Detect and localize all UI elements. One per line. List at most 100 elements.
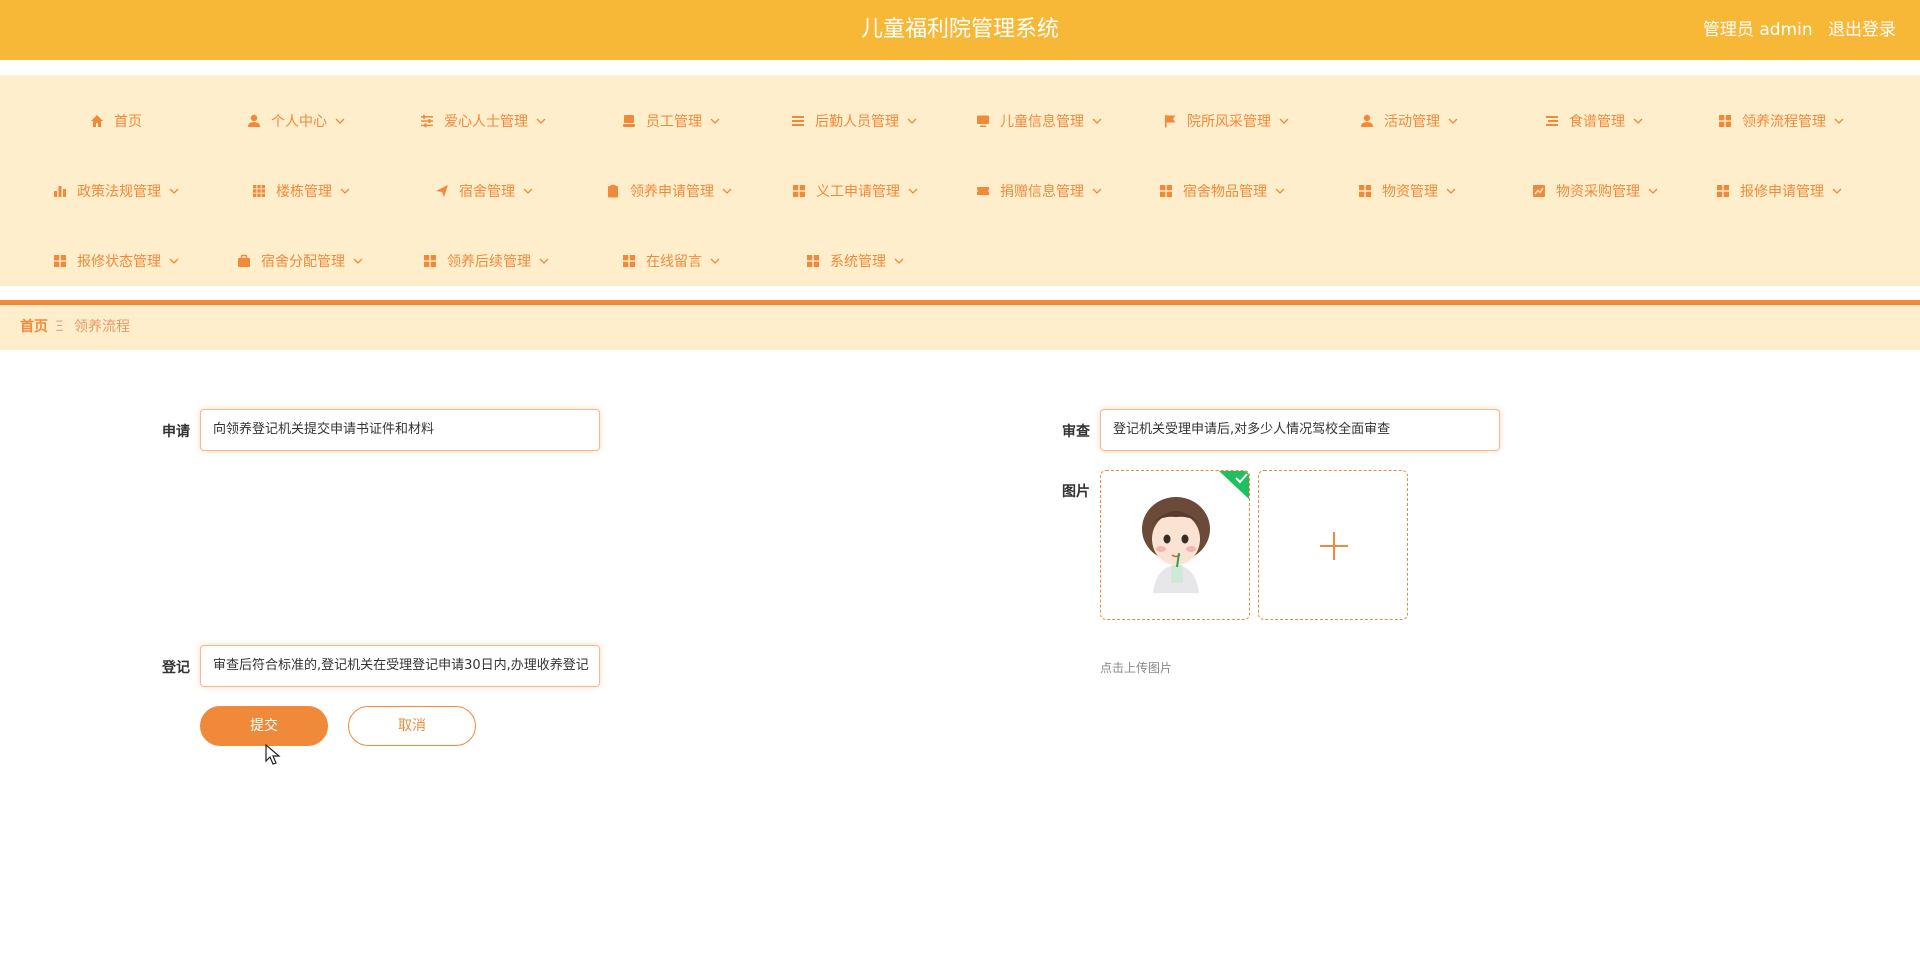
nav-item-0[interactable]: 首页 (90, 106, 142, 136)
submit-button[interactable]: 提交 (200, 706, 328, 746)
upload-hint: 点击上传图片 (1100, 661, 1173, 675)
send-icon (435, 184, 449, 198)
grid-icon (806, 254, 820, 268)
nav-item-11[interactable]: 楼栋管理 (252, 176, 350, 206)
breadcrumb-separator: Ξ (55, 319, 64, 335)
nav-item-24[interactable]: 系统管理 (806, 246, 904, 276)
nav-item-22[interactable]: 领养后续管理 (423, 246, 549, 276)
chevron-down-icon (710, 116, 720, 126)
chevron-down-icon (1448, 116, 1458, 126)
monitor-icon (976, 114, 990, 128)
register-input[interactable]: 审查后符合标准的,登记机关在受理登记申请30日内,办理收养登记 (200, 645, 600, 687)
chevron-down-icon (1279, 116, 1289, 126)
home-icon (90, 114, 104, 128)
clipboard-icon (606, 184, 620, 198)
nav-item-21[interactable]: 宿舍分配管理 (237, 246, 363, 276)
register-label: 登记 (162, 660, 190, 676)
nav-item-5[interactable]: 儿童信息管理 (976, 106, 1102, 136)
nav-item-label: 物资管理 (1382, 184, 1438, 200)
plus-icon (1320, 532, 1348, 560)
mouse-cursor-icon (265, 744, 281, 765)
nav-item-12[interactable]: 宿舍管理 (435, 176, 533, 206)
nav-item-9[interactable]: 领养流程管理 (1718, 106, 1844, 136)
nav-item-label: 报修申请管理 (1740, 184, 1824, 200)
nav-item-10[interactable]: 政策法规管理 (53, 176, 179, 206)
app-title: 儿童福利院管理系统 (860, 17, 1059, 42)
chevron-down-icon (353, 256, 363, 266)
nav-item-label: 食谱管理 (1569, 114, 1625, 130)
list-icon (791, 114, 805, 128)
nav-item-label: 捐赠信息管理 (1000, 184, 1084, 200)
nav-item-label: 领养流程管理 (1742, 114, 1826, 130)
nav-item-3[interactable]: 员工管理 (622, 106, 720, 136)
nav-item-19[interactable]: 报修申请管理 (1716, 176, 1842, 206)
grid-icon (792, 184, 806, 198)
chevron-down-icon (1633, 116, 1643, 126)
nav-item-16[interactable]: 宿舍物品管理 (1159, 176, 1285, 206)
nav-item-label: 系统管理 (830, 254, 886, 270)
nav-item-20[interactable]: 报修状态管理 (53, 246, 179, 276)
grid9-icon (252, 184, 266, 198)
nav-item-1[interactable]: 个人中心 (247, 106, 345, 136)
nav-item-2[interactable]: 爱心人士管理 (420, 106, 546, 136)
nav-item-15[interactable]: 捐赠信息管理 (976, 176, 1102, 206)
nav-item-18[interactable]: 物资采购管理 (1532, 176, 1658, 206)
nav-item-8[interactable]: 食谱管理 (1545, 106, 1643, 136)
chevron-down-icon (523, 186, 533, 196)
breadcrumb: 首页 Ξ 领养流程 (0, 305, 1920, 350)
nav-item-6[interactable]: 院所风采管理 (1163, 106, 1289, 136)
chevron-down-icon (1832, 186, 1842, 196)
chevron-down-icon (1648, 186, 1658, 196)
grid-icon (1718, 114, 1732, 128)
chevron-down-icon (340, 186, 350, 196)
flag-icon (1163, 114, 1177, 128)
nav-item-label: 儿童信息管理 (1000, 114, 1084, 130)
grid-icon (53, 254, 67, 268)
nav-item-label: 领养申请管理 (630, 184, 714, 200)
user-icon (1360, 114, 1374, 128)
nav-item-label: 宿舍物品管理 (1183, 184, 1267, 200)
breadcrumb-home[interactable]: 首页 (20, 305, 48, 350)
nav-item-label: 宿舍分配管理 (261, 254, 345, 270)
nav-item-4[interactable]: 后勤人员管理 (791, 106, 917, 136)
chevron-down-icon (894, 256, 904, 266)
main-nav: 首页 个人中心 爱心人士管理 员工管理 后勤人员管理 儿童信息管理 院所风采管理 活动管理 食谱… (0, 75, 1920, 286)
chevron-down-icon (908, 186, 918, 196)
image-label: 图片 (1062, 484, 1090, 500)
nav-item-14[interactable]: 义工申请管理 (792, 176, 918, 206)
nav-item-label: 后勤人员管理 (815, 114, 899, 130)
uploaded-image-thumbnail[interactable] (1100, 470, 1250, 620)
grid-icon (423, 254, 437, 268)
user-area: 管理员 admin 退出登录 (1693, 0, 1896, 60)
stack-icon (622, 114, 636, 128)
nav-item-label: 个人中心 (271, 114, 327, 130)
top-header: 儿童福利院管理系统 管理员 admin 退出登录 (0, 0, 1920, 60)
nav-item-label: 活动管理 (1384, 114, 1440, 130)
nav-item-label: 物资采购管理 (1556, 184, 1640, 200)
nav-item-label: 政策法规管理 (77, 184, 161, 200)
apply-input[interactable]: 向领养登记机关提交申请书证件和材料 (200, 409, 600, 451)
nav-item-7[interactable]: 活动管理 (1360, 106, 1458, 136)
nav-item-13[interactable]: 领养申请管理 (606, 176, 732, 206)
upload-add-button[interactable] (1258, 470, 1408, 620)
nav-item-label: 首页 (114, 114, 142, 130)
nav-item-label: 员工管理 (646, 114, 702, 130)
nav-item-label: 在线留言 (646, 254, 702, 270)
chevron-down-icon (710, 256, 720, 266)
chevron-down-icon (539, 256, 549, 266)
nav-item-17[interactable]: 物资管理 (1358, 176, 1456, 206)
chevron-down-icon (169, 256, 179, 266)
review-input[interactable]: 登记机关受理申请后,对多少人情况驾校全面审查 (1100, 409, 1500, 451)
review-label: 审查 (1062, 424, 1090, 440)
nav-item-label: 楼栋管理 (276, 184, 332, 200)
logout-link[interactable]: 退出登录 (1828, 20, 1896, 40)
chevron-down-icon (169, 186, 179, 196)
line-chart-icon (1532, 184, 1546, 198)
bar-chart-icon (53, 184, 67, 198)
nav-item-23[interactable]: 在线留言 (622, 246, 720, 276)
grid-icon (622, 254, 636, 268)
nav-item-label: 宿舍管理 (459, 184, 515, 200)
nav-item-label: 报修状态管理 (77, 254, 161, 270)
nav-item-label: 爱心人士管理 (444, 114, 528, 130)
cancel-button[interactable]: 取消 (348, 706, 476, 746)
